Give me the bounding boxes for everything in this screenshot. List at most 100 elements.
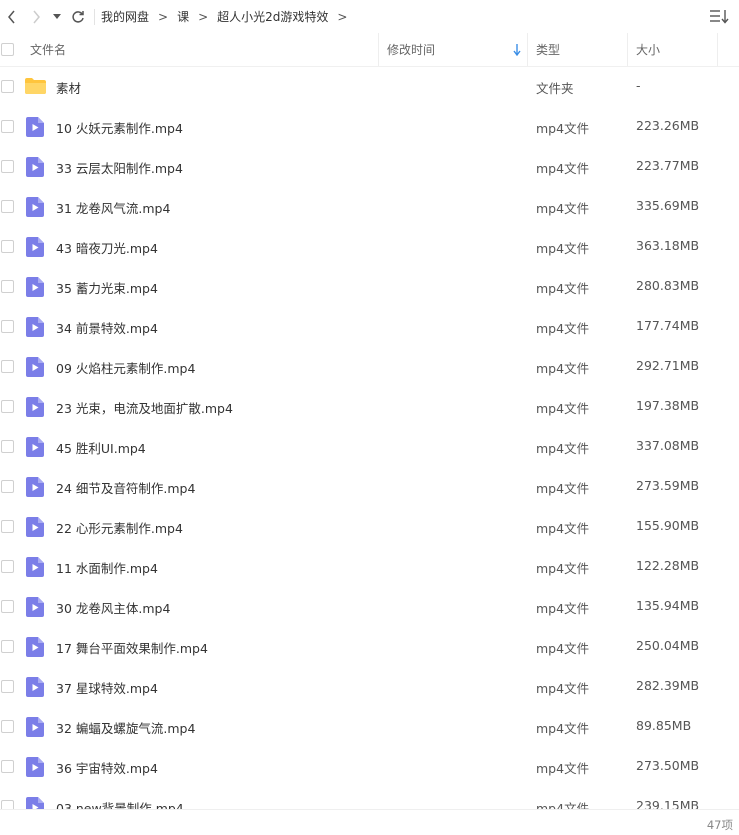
file-name[interactable]: 10 火妖元素制作.mp4 xyxy=(56,118,183,137)
column-header-name[interactable]: 文件名 xyxy=(30,33,66,66)
row-checkbox[interactable] xyxy=(1,160,14,173)
row-checkbox[interactable] xyxy=(1,480,14,493)
column-header-size[interactable]: 大小 xyxy=(636,33,660,66)
file-name[interactable]: 素材 xyxy=(56,78,81,97)
row-checkbox[interactable] xyxy=(1,240,14,253)
file-size: 177.74MB xyxy=(636,318,700,333)
row-checkbox[interactable] xyxy=(1,680,14,693)
file-row[interactable]: 34 前景特效.mp4 mp4文件 177.74MB xyxy=(0,307,739,347)
file-name[interactable]: 45 胜利UI.mp4 xyxy=(56,438,146,457)
row-checkbox[interactable] xyxy=(1,400,14,413)
file-row[interactable]: 43 暗夜刀光.mp4 mp4文件 363.18MB xyxy=(0,227,739,267)
refresh-button[interactable] xyxy=(66,0,90,33)
file-name[interactable]: 36 宇宙特效.mp4 xyxy=(56,758,158,777)
row-checkbox[interactable] xyxy=(1,600,14,613)
file-row[interactable]: 10 火妖元素制作.mp4 mp4文件 223.26MB xyxy=(0,107,739,147)
column-header-modified[interactable]: 修改时间 xyxy=(387,33,435,66)
row-checkbox[interactable] xyxy=(1,320,14,333)
file-name[interactable]: 24 细节及音符制作.mp4 xyxy=(56,478,195,497)
row-checkbox[interactable] xyxy=(1,80,14,93)
video-file-icon xyxy=(26,157,44,177)
video-file-icon xyxy=(26,477,44,497)
row-checkbox[interactable] xyxy=(1,280,14,293)
file-row[interactable]: 30 龙卷风主体.mp4 mp4文件 135.94MB xyxy=(0,587,739,627)
breadcrumb-item-current[interactable]: 超人小光2d游戏特效 xyxy=(217,8,328,25)
file-row[interactable]: 09 火焰柱元素制作.mp4 mp4文件 292.71MB xyxy=(0,347,739,387)
file-size: 337.08MB xyxy=(636,438,700,453)
file-name[interactable]: 23 光束，电流及地面扩散.mp4 xyxy=(56,398,233,417)
file-type: mp4文件 xyxy=(536,681,590,696)
row-checkbox[interactable] xyxy=(1,720,14,733)
file-name[interactable]: 31 龙卷风气流.mp4 xyxy=(56,198,170,217)
file-row[interactable]: 22 心形元素制作.mp4 mp4文件 155.90MB xyxy=(0,507,739,547)
file-name[interactable]: 35 蓄力光束.mp4 xyxy=(56,278,158,297)
file-row[interactable]: 31 龙卷风气流.mp4 mp4文件 335.69MB xyxy=(0,187,739,227)
file-row[interactable]: 37 星球特效.mp4 mp4文件 282.39MB xyxy=(0,667,739,707)
breadcrumb-item-course[interactable]: 课 xyxy=(177,8,189,25)
forward-button[interactable] xyxy=(24,0,48,33)
caret-down-icon xyxy=(53,13,61,19)
file-row[interactable]: 11 水面制作.mp4 mp4文件 122.28MB xyxy=(0,547,739,587)
row-checkbox[interactable] xyxy=(1,120,14,133)
file-name[interactable]: 17 舞台平面效果制作.mp4 xyxy=(56,638,208,657)
sort-descending-icon[interactable] xyxy=(513,44,521,59)
select-all-checkbox[interactable] xyxy=(1,43,14,56)
file-type: mp4文件 xyxy=(536,801,590,809)
file-type: 文件夹 xyxy=(536,81,574,96)
video-file-icon xyxy=(26,637,44,657)
file-row[interactable]: 03 new背景制作.mp4 mp4文件 239.15MB xyxy=(0,787,739,809)
file-type: mp4文件 xyxy=(536,321,590,336)
sort-list-icon xyxy=(710,10,729,24)
file-name[interactable]: 32 蝙蝠及螺旋气流.mp4 xyxy=(56,718,195,737)
column-divider[interactable] xyxy=(717,33,718,66)
column-header-modified-label: 修改时间 xyxy=(387,43,436,57)
file-row[interactable]: 32 蝙蝠及螺旋气流.mp4 mp4文件 89.85MB xyxy=(0,707,739,747)
file-name[interactable]: 11 水面制作.mp4 xyxy=(56,558,158,577)
breadcrumb: 我的网盘 > 课 > 超人小光2d游戏特效 > xyxy=(101,8,356,25)
video-file-icon xyxy=(26,797,44,809)
history-dropdown-button[interactable] xyxy=(48,0,66,33)
file-name[interactable]: 37 星球特效.mp4 xyxy=(56,678,158,697)
file-row[interactable]: 45 胜利UI.mp4 mp4文件 337.08MB xyxy=(0,427,739,467)
row-checkbox[interactable] xyxy=(1,640,14,653)
file-name[interactable]: 34 前景特效.mp4 xyxy=(56,318,158,337)
file-list-header: 文件名 修改时间 类型 大小 xyxy=(0,33,739,67)
row-checkbox[interactable] xyxy=(1,440,14,453)
breadcrumb-separator: > xyxy=(158,9,169,24)
file-name[interactable]: 33 云层太阳制作.mp4 xyxy=(56,158,183,177)
back-button[interactable] xyxy=(0,0,24,33)
file-row[interactable]: 17 舞台平面效果制作.mp4 mp4文件 250.04MB xyxy=(0,627,739,667)
file-name[interactable]: 03 new背景制作.mp4 xyxy=(56,798,184,809)
column-divider[interactable] xyxy=(527,33,528,66)
file-row[interactable]: 23 光束，电流及地面扩散.mp4 mp4文件 197.38MB xyxy=(0,387,739,427)
row-checkbox[interactable] xyxy=(1,200,14,213)
file-name[interactable]: 43 暗夜刀光.mp4 xyxy=(56,238,158,257)
file-row[interactable]: 36 宇宙特效.mp4 mp4文件 273.50MB xyxy=(0,747,739,787)
column-divider[interactable] xyxy=(378,33,379,66)
file-row[interactable]: 素材 文件夹 - xyxy=(0,67,739,107)
file-list[interactable]: 素材 文件夹 - 10 火妖元素制作.mp4 mp4文件 223.26MB 33 云层太阳制… xyxy=(0,67,739,809)
file-type: mp4文件 xyxy=(536,721,590,736)
column-header-size-label: 大小 xyxy=(636,43,661,57)
column-divider[interactable] xyxy=(627,33,628,66)
file-size: 223.26MB xyxy=(636,118,700,133)
video-file-icon xyxy=(26,757,44,777)
row-checkbox[interactable] xyxy=(1,360,14,373)
row-checkbox[interactable] xyxy=(1,800,14,809)
file-name[interactable]: 09 火焰柱元素制作.mp4 xyxy=(56,358,195,377)
file-name[interactable]: 30 龙卷风主体.mp4 xyxy=(56,598,170,617)
sort-view-button[interactable] xyxy=(709,8,729,26)
breadcrumb-item-root[interactable]: 我的网盘 xyxy=(101,8,149,25)
breadcrumb-separator: > xyxy=(337,9,348,24)
file-name[interactable]: 22 心形元素制作.mp4 xyxy=(56,518,183,537)
file-row[interactable]: 33 云层太阳制作.mp4 mp4文件 223.77MB xyxy=(0,147,739,187)
row-checkbox[interactable] xyxy=(1,760,14,773)
file-size: 273.50MB xyxy=(636,758,700,773)
file-row[interactable]: 24 细节及音符制作.mp4 mp4文件 273.59MB xyxy=(0,467,739,507)
file-size: 89.85MB xyxy=(636,718,692,733)
column-header-type[interactable]: 类型 xyxy=(536,33,560,66)
file-row[interactable]: 35 蓄力光束.mp4 mp4文件 280.83MB xyxy=(0,267,739,307)
row-checkbox[interactable] xyxy=(1,520,14,533)
breadcrumb-separator: > xyxy=(198,9,209,24)
row-checkbox[interactable] xyxy=(1,560,14,573)
